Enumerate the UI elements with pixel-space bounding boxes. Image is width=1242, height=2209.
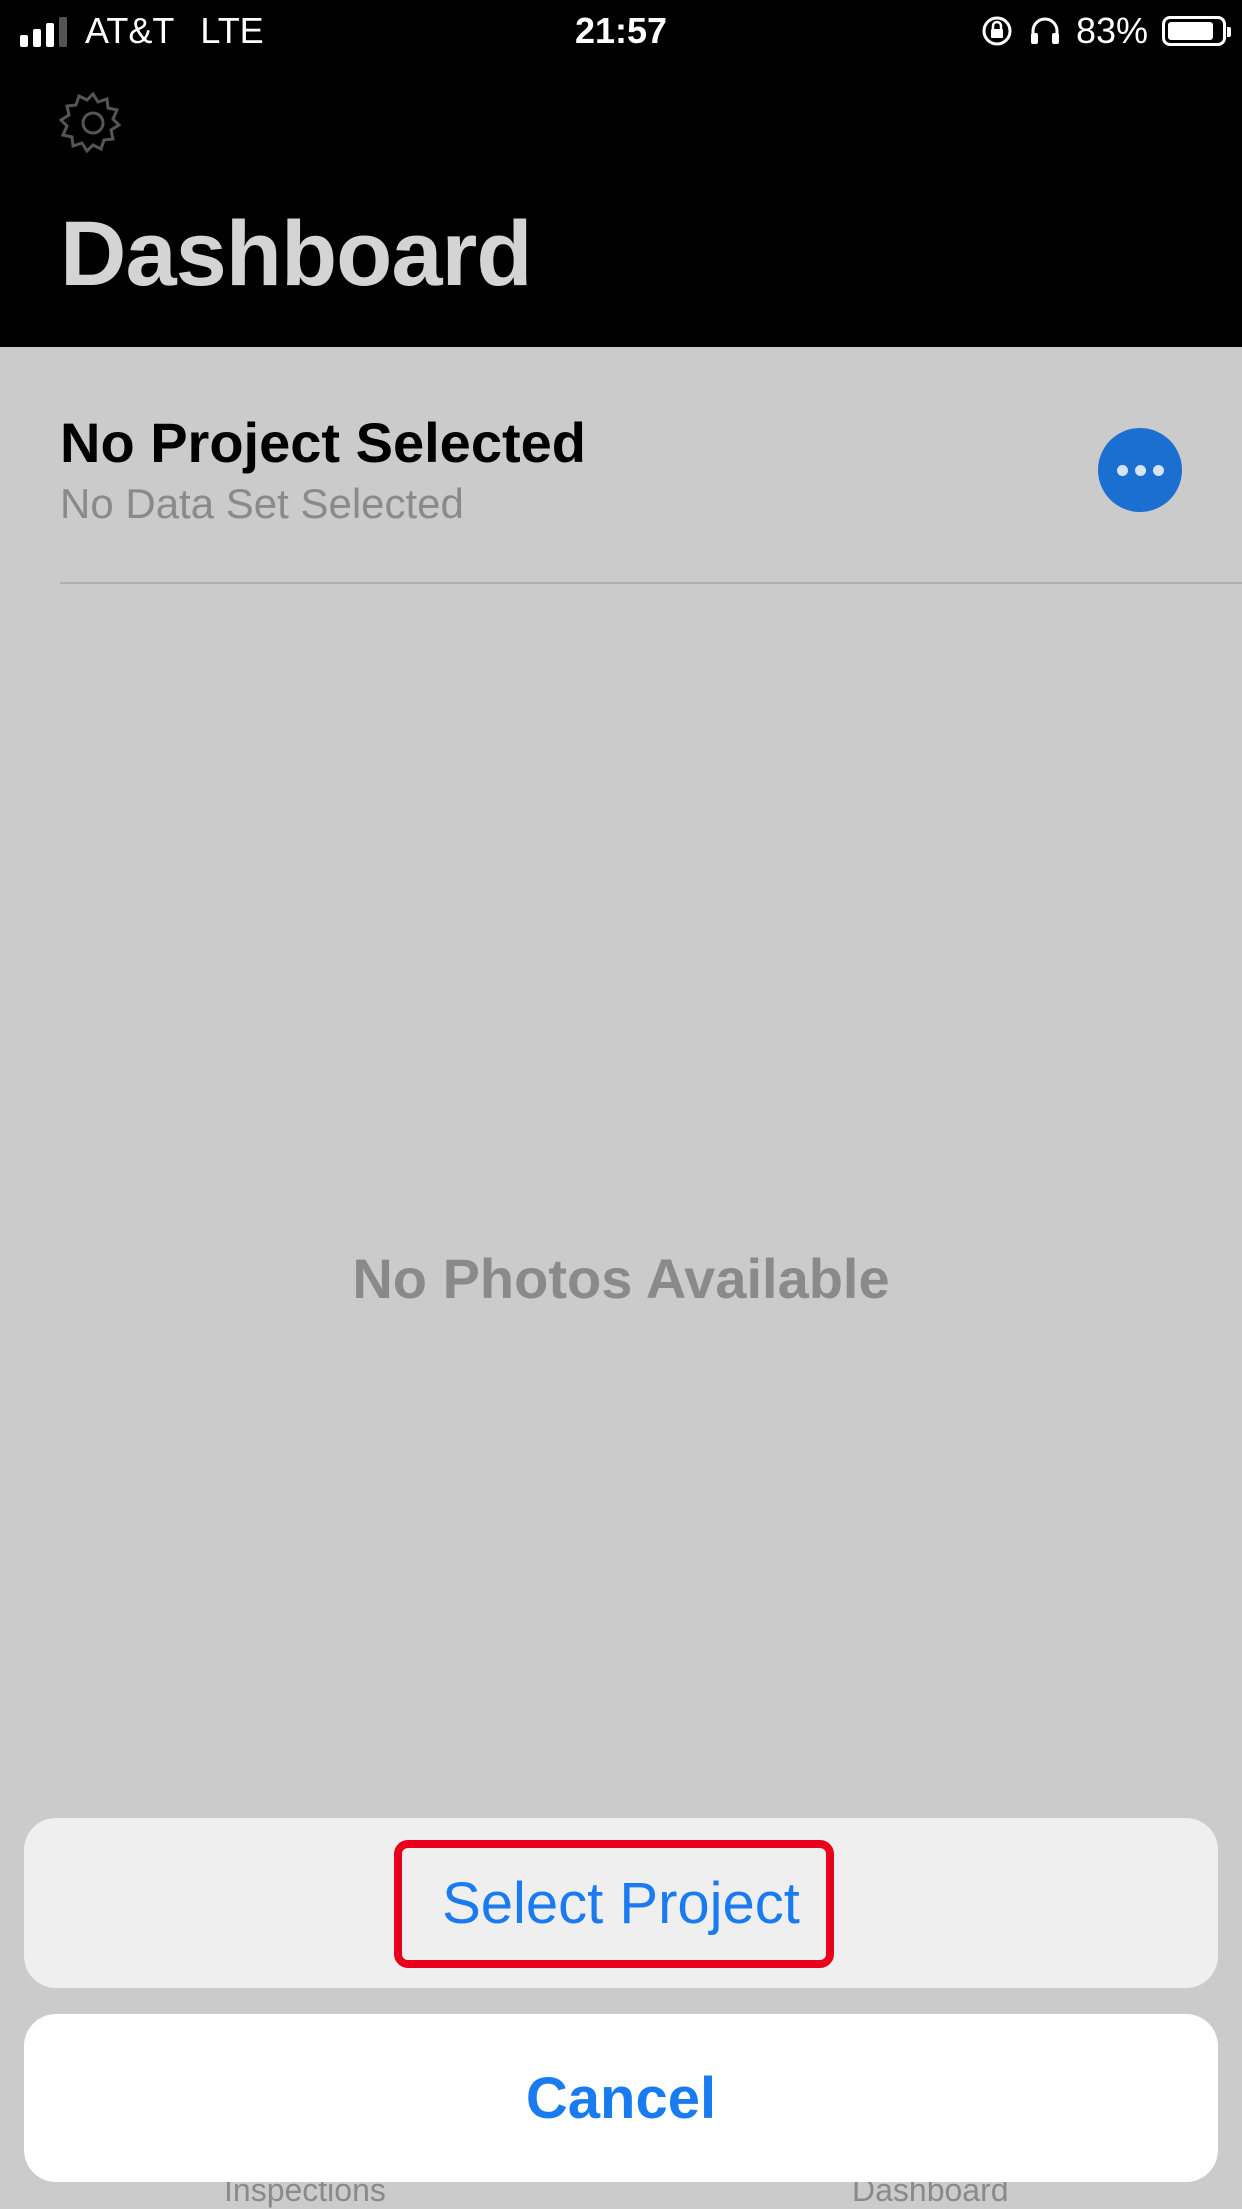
action-sheet-group: Select Project — [24, 1818, 1218, 1988]
project-title: No Project Selected — [60, 411, 586, 474]
select-project-button[interactable]: Select Project — [24, 1818, 1218, 1988]
headphones-icon — [1030, 17, 1059, 44]
dataset-subtitle: No Data Set Selected — [60, 480, 464, 527]
divider — [60, 582, 1242, 584]
cancel-sheet: Cancel — [24, 2014, 1218, 2182]
more-options-button[interactable] — [1098, 428, 1182, 512]
status-bar: AT&T LTE 21:57 83% — [0, 0, 1242, 62]
ellipsis-icon — [1116, 464, 1128, 476]
battery-icon — [1162, 16, 1231, 46]
page-title: Dashboard — [60, 203, 533, 305]
nav-header: Dashboard — [0, 62, 1242, 347]
empty-photos-message: No Photos Available — [352, 1247, 890, 1310]
gear-icon[interactable] — [58, 88, 128, 158]
orientation-lock-icon — [982, 16, 1012, 46]
cancel-button[interactable]: Cancel — [24, 2014, 1218, 2182]
battery-percent: 83% — [1075, 10, 1148, 51]
